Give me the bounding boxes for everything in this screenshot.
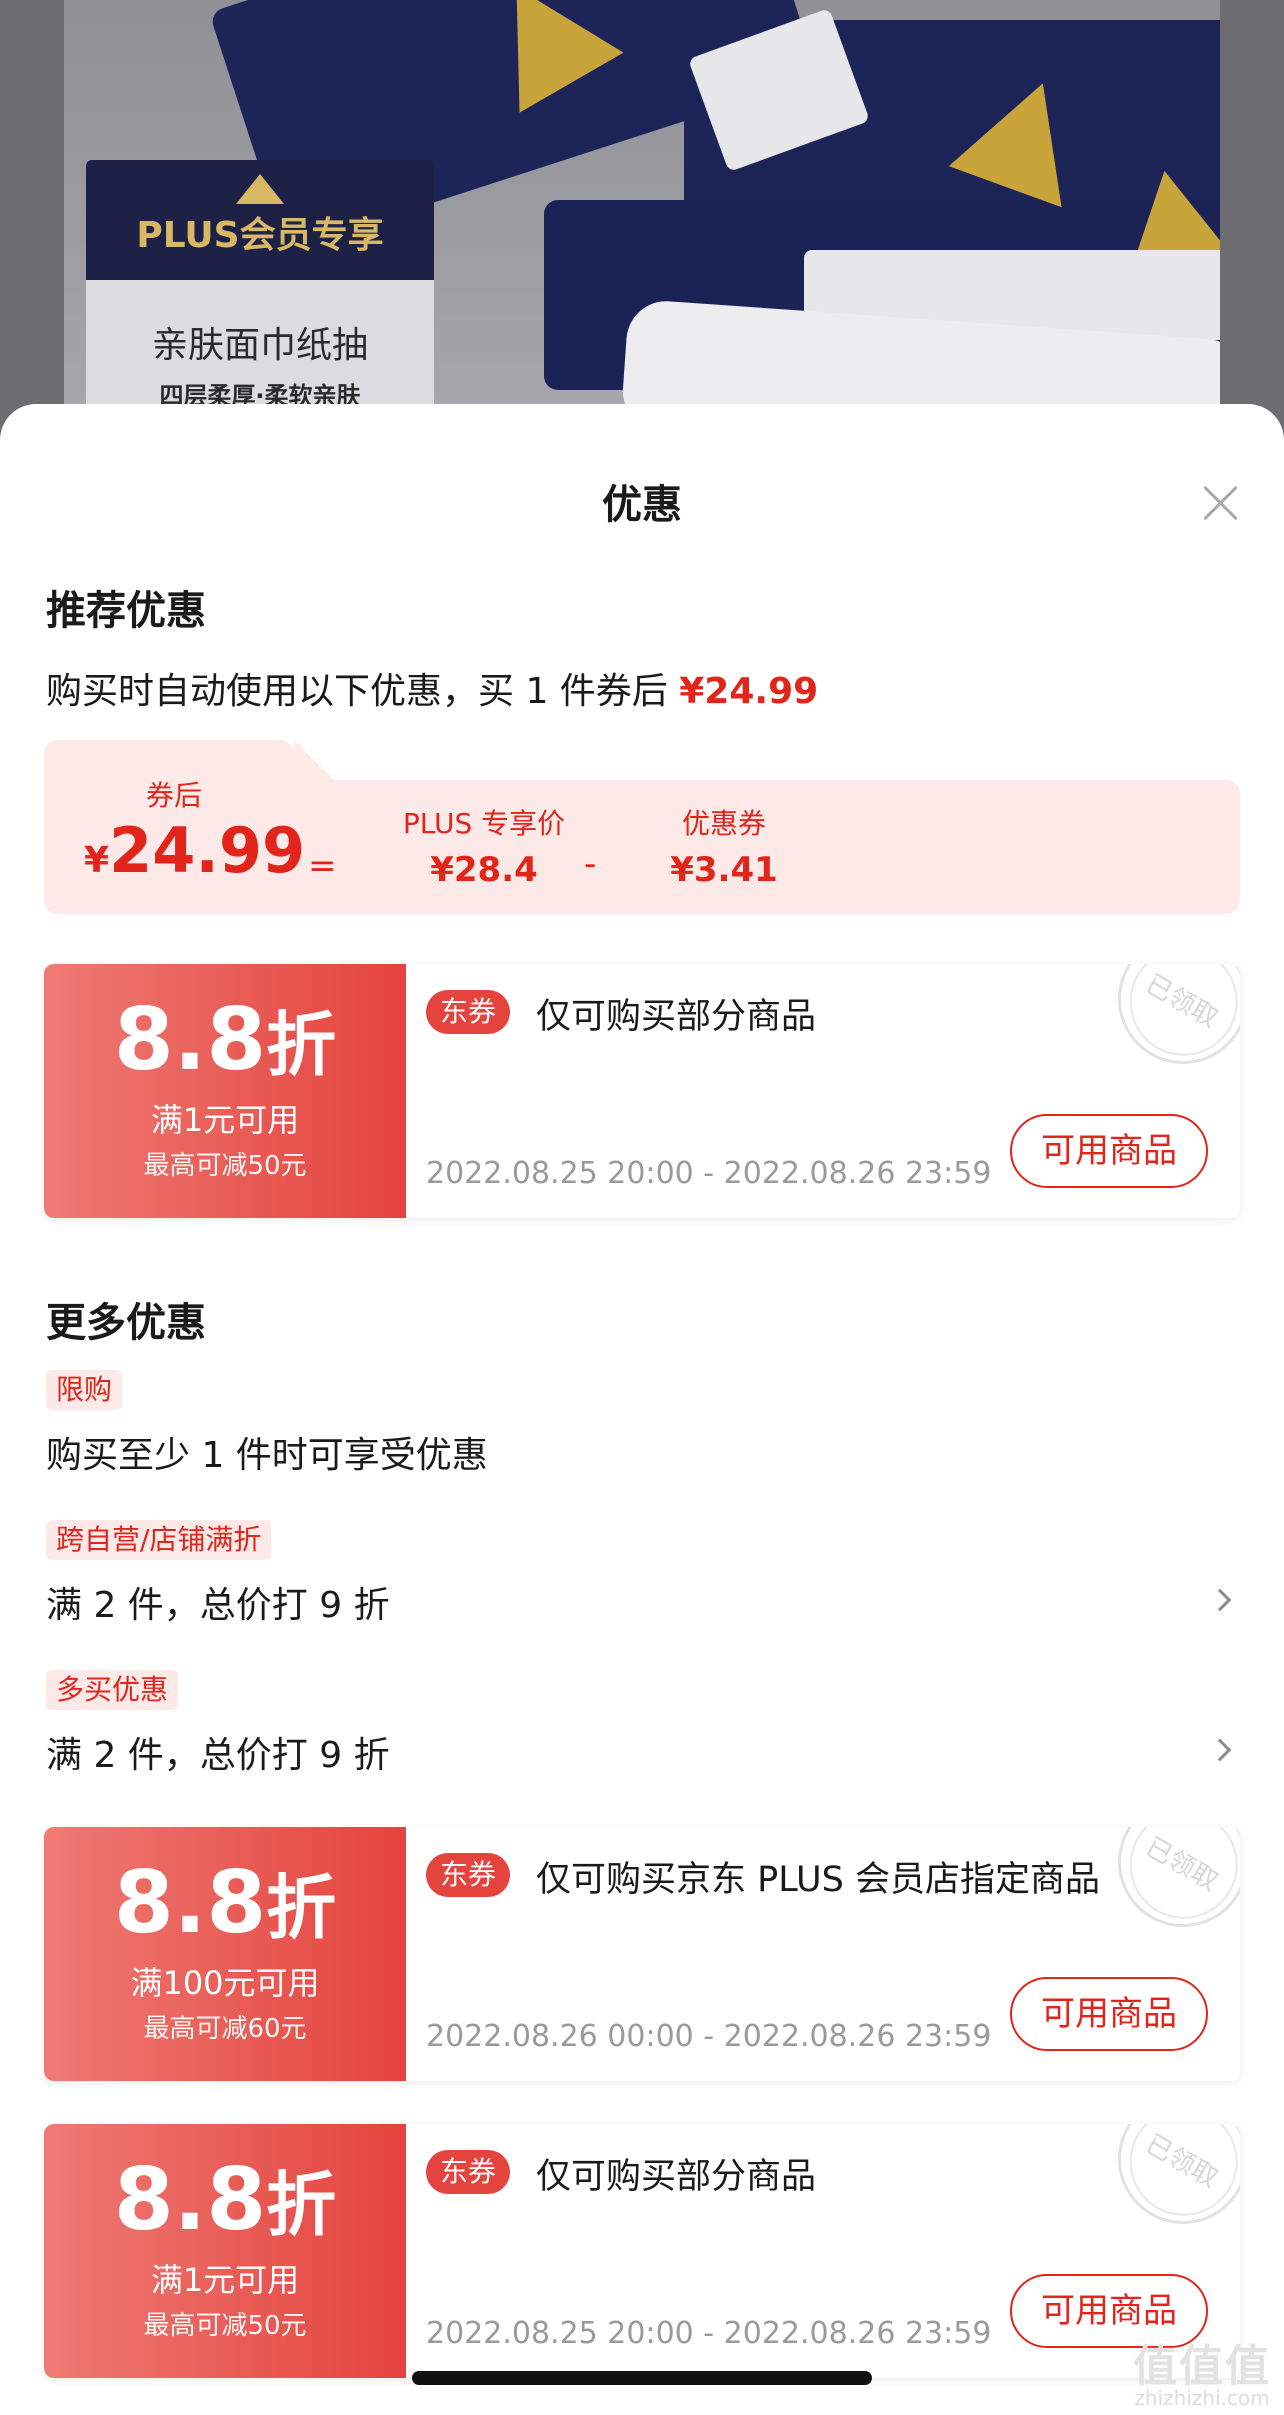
coupon-price-label: 优惠券 bbox=[681, 807, 766, 840]
coupon-name: 仅可购买京东 PLUS 会员店指定商品 bbox=[536, 1860, 1100, 1900]
watermark-url: zhizhizhi.com bbox=[1134, 2386, 1270, 2410]
more-title: 更多优惠 bbox=[46, 1300, 206, 1346]
coupon-cap: 最高可减50元 bbox=[143, 1151, 307, 1181]
coupon-discount-value: 8.8 bbox=[113, 990, 267, 1090]
price-calculation: 券后 ¥24.99 = PLUS 专享价 ¥28.4 - 优惠券 ¥3.41 bbox=[44, 779, 1240, 914]
crown-icon bbox=[236, 174, 284, 204]
after-coupon-amount: 24.99 bbox=[109, 814, 306, 887]
product-image: PLUS会员专享 亲肤面巾纸抽 四层柔厚·柔软亲肤 bbox=[0, 0, 1284, 430]
coupon-type-badge: 东券 bbox=[426, 990, 511, 1034]
coupon-discount-unit: 折 bbox=[266, 1004, 337, 1086]
promo-tag: 限购 bbox=[46, 1370, 123, 1410]
plus-price: PLUS 专享价 ¥28.4 bbox=[364, 802, 604, 890]
after-coupon-price: 券后 ¥24.99 bbox=[84, 774, 305, 887]
coupon-condition: 满1元可用 bbox=[150, 1101, 300, 1139]
sheet-title: 优惠 bbox=[602, 482, 682, 528]
coupon-discount: 8.8折 bbox=[44, 1855, 406, 1956]
coupon-cap: 最高可减60元 bbox=[143, 2014, 307, 2044]
promo-tag: 多买优惠 bbox=[46, 1670, 179, 1710]
coupon-condition: 满100元可用 bbox=[130, 1964, 320, 2002]
coupon-discount-value: 8.8 bbox=[113, 2150, 267, 2250]
coupon-discount-unit: 折 bbox=[266, 1867, 337, 1949]
recommended-title: 推荐优惠 bbox=[46, 588, 206, 634]
plus-price-label: PLUS 专享价 bbox=[402, 807, 566, 840]
coupon-type-badge: 东券 bbox=[426, 1853, 511, 1897]
coupon-discount-value: 8.8 bbox=[113, 1853, 267, 1953]
coupon-card[interactable]: 8.8折 满1元可用 最高可减50元 东券 仅可购买部分商品 2022.08.2… bbox=[44, 964, 1240, 1218]
chevron-right-icon[interactable] bbox=[1208, 1738, 1232, 1762]
coupon-name: 仅可购买部分商品 bbox=[536, 997, 817, 1037]
coupon-discount-panel: 8.8折 满1元可用 最高可减50元 bbox=[44, 964, 406, 1218]
promo-tag: 跨自营/店铺满折 bbox=[46, 1520, 272, 1560]
promo-text: 购买至少 1 件时可享受优惠 bbox=[46, 1435, 488, 1476]
coupon-discount-panel: 8.8折 满100元可用 最高可减60元 bbox=[44, 1827, 406, 2081]
minus-sign: - bbox=[584, 844, 597, 884]
discount-sheet: 优惠 推荐优惠 购买时自动使用以下优惠，买 1 件券后 ¥24.99 券后 ¥2… bbox=[0, 404, 1284, 2415]
promo-text[interactable]: 满 2 件，总价打 9 折 bbox=[46, 1726, 390, 1778]
chevron-right-icon[interactable] bbox=[1208, 1588, 1232, 1612]
coupon-date: 2022.08.26 00:00 - 2022.08.26 23:59 bbox=[426, 2019, 992, 2054]
coupon-condition: 满1元可用 bbox=[150, 2261, 300, 2299]
recommended-desc-text: 购买时自动使用以下优惠，买 1 件券后 bbox=[46, 671, 680, 712]
coupon-type-badge: 东券 bbox=[426, 2150, 511, 2194]
recommended-desc: 购买时自动使用以下优惠，买 1 件券后 ¥24.99 bbox=[46, 662, 818, 714]
recommended-desc-price: ¥24.99 bbox=[679, 671, 819, 712]
product-caption-line1: 亲肤面巾纸抽 bbox=[151, 325, 368, 366]
plus-member-tag: PLUS会员专享 bbox=[86, 160, 434, 280]
close-icon[interactable] bbox=[1200, 482, 1242, 524]
coupon-cap: 最高可减50元 bbox=[143, 2311, 307, 2341]
coupon-date: 2022.08.25 20:00 - 2022.08.26 23:59 bbox=[426, 1156, 992, 1191]
applicable-products-button[interactable]: 可用商品 bbox=[1010, 1977, 1208, 2051]
coupon-price-value: ¥3.41 bbox=[670, 850, 778, 890]
coupon-discount: 8.8折 bbox=[44, 2152, 406, 2253]
coupon-name: 仅可购买部分商品 bbox=[536, 2157, 817, 2197]
coupon-price: 优惠券 ¥3.41 bbox=[644, 802, 804, 890]
claimed-stamp-icon: 已领取 bbox=[1094, 2124, 1240, 2248]
plus-price-value: ¥28.4 bbox=[430, 850, 538, 890]
promo-text[interactable]: 满 2 件，总价打 9 折 bbox=[46, 1576, 390, 1628]
after-coupon-value: ¥24.99 bbox=[84, 814, 305, 887]
coupon-card[interactable]: 8.8折 满100元可用 最高可减60元 东券 仅可购买京东 PLUS 会员店指… bbox=[44, 1827, 1240, 2081]
equals-sign: = bbox=[308, 846, 337, 886]
home-indicator[interactable] bbox=[412, 2371, 872, 2385]
coupon-card[interactable]: 8.8折 满1元可用 最高可减50元 东券 仅可购买部分商品 2022.08.2… bbox=[44, 2124, 1240, 2378]
coupon-discount: 8.8折 bbox=[44, 992, 406, 1093]
yen-symbol: ¥ bbox=[84, 840, 110, 881]
claimed-stamp-icon: 已领取 bbox=[1094, 1827, 1240, 1951]
coupon-discount-unit: 折 bbox=[266, 2164, 337, 2246]
plus-tag-text: PLUS会员专享 bbox=[136, 215, 384, 256]
after-coupon-label: 券后 bbox=[145, 779, 202, 812]
applicable-products-button[interactable]: 可用商品 bbox=[1010, 1114, 1208, 1188]
watermark-logo: 值值值 bbox=[1133, 2341, 1271, 2392]
coupon-discount-panel: 8.8折 满1元可用 最高可减50元 bbox=[44, 2124, 406, 2378]
coupon-date: 2022.08.25 20:00 - 2022.08.26 23:59 bbox=[426, 2316, 992, 2351]
claimed-stamp-icon: 已领取 bbox=[1094, 964, 1240, 1088]
